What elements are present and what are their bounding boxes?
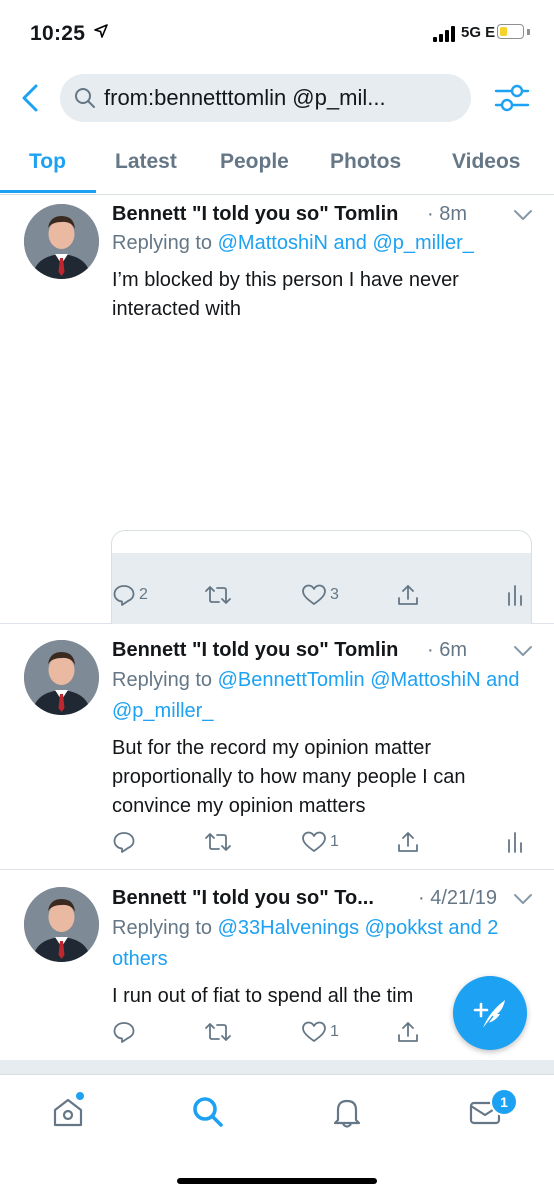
tweet-text: I run out of fiat to spend all the tim — [112, 985, 414, 1007]
reply-button[interactable] — [112, 1020, 139, 1044]
avatar[interactable] — [24, 640, 99, 715]
mention-link[interactable]: @p_miller_ — [372, 232, 473, 254]
active-tab-indicator — [0, 190, 96, 193]
reply-icon — [113, 1022, 135, 1043]
tweet[interactable]: Bennett "I told you so" Tomlin · 8m Repl… — [0, 195, 554, 769]
reply-button[interactable] — [112, 830, 139, 854]
tab-photos[interactable]: Photos — [330, 150, 401, 174]
sliders-icon — [494, 84, 530, 112]
reply-count: 2 — [139, 586, 148, 603]
tweet-text: But for the record my opinion matter pro… — [112, 737, 466, 817]
replying-to: Replying to @MattoshiN and @p_miller_ — [112, 228, 532, 259]
tab-top[interactable]: Top — [29, 150, 66, 174]
replying-to: Replying to @33Halvenings @pokkst and 2 … — [112, 913, 532, 975]
status-time: 10:25 — [30, 22, 86, 45]
analytics-icon — [508, 832, 522, 853]
battery-tip — [527, 29, 530, 35]
heart-icon — [302, 584, 326, 605]
heart-icon — [302, 1021, 326, 1042]
avatar[interactable] — [24, 204, 99, 279]
chevron-down-icon[interactable] — [513, 893, 533, 905]
profile-photo — [24, 887, 99, 962]
avatar[interactable] — [24, 887, 99, 962]
tweet-text: I’m blocked by this person I have never … — [112, 269, 459, 320]
tweet-time: · 6m — [427, 639, 467, 661]
search-tabs: Top Latest People Photos Videos — [0, 136, 554, 195]
tweet-time: · 8m — [427, 203, 467, 225]
share-icon — [398, 1022, 418, 1042]
share-icon — [398, 832, 418, 852]
analytics-icon — [508, 585, 522, 606]
reply-icon — [113, 832, 135, 853]
author-name[interactable]: Bennett "I told you so" Tomlin — [112, 639, 398, 662]
like-button[interactable]: 1 — [301, 1020, 339, 1044]
mention-link[interactable]: @BennettTomlin @MattoshiN — [218, 669, 481, 691]
replying-to: Replying to @BennettTomlin @MattoshiN an… — [112, 665, 532, 727]
messages-badge: 1 — [490, 1088, 518, 1116]
chevron-down-icon[interactable] — [513, 645, 533, 657]
retweet-button[interactable] — [204, 583, 235, 607]
heart-icon — [302, 831, 326, 852]
search-icon[interactable] — [191, 1095, 225, 1129]
back-button[interactable] — [16, 80, 44, 116]
mention-joiner[interactable]: and — [481, 669, 519, 691]
compose-tweet-button[interactable] — [453, 976, 527, 1050]
search-icon — [75, 88, 95, 108]
replying-prefix: Replying to — [112, 917, 218, 939]
like-count: 3 — [330, 586, 339, 603]
search-filter-button[interactable] — [494, 80, 530, 116]
analytics-button[interactable] — [506, 830, 526, 854]
replying-prefix: Replying to — [112, 669, 218, 691]
network-type: 5G E — [461, 24, 496, 41]
chevron-left-icon — [22, 84, 38, 112]
search-query: from:bennetttomlin @p_mil... — [104, 85, 386, 110]
battery-icon — [497, 24, 524, 39]
retweet-button[interactable] — [204, 830, 235, 854]
like-count: 1 — [330, 1023, 339, 1040]
tweet-actions: 1 — [112, 830, 532, 860]
retweet-icon — [205, 586, 231, 604]
author-name[interactable]: Bennett "I told you so" To... — [112, 887, 374, 910]
home-unread-dot — [75, 1091, 85, 1101]
like-button[interactable]: 3 — [301, 583, 339, 607]
status-bar: 10:25 5G E — [0, 0, 554, 66]
profile-photo — [24, 204, 99, 279]
tab-videos[interactable]: Videos — [452, 150, 520, 174]
like-count: 1 — [330, 833, 339, 850]
share-icon — [398, 585, 418, 605]
timeline-end-divider — [0, 1060, 554, 1074]
author-name[interactable]: Bennett "I told you so" Tomlin — [112, 203, 398, 226]
share-button[interactable] — [396, 1020, 420, 1044]
share-button[interactable] — [396, 583, 420, 607]
tab-people[interactable]: People — [220, 150, 289, 174]
chevron-down-icon[interactable] — [513, 209, 533, 221]
analytics-button[interactable] — [506, 583, 526, 607]
tweet-actions: 2 3 — [112, 583, 532, 613]
notifications-icon[interactable] — [330, 1095, 364, 1129]
tweet[interactable]: Bennett "I told you so" Tomlin · 6m Repl… — [0, 624, 554, 870]
battery-level — [499, 26, 507, 36]
profile-photo — [24, 640, 99, 715]
like-button[interactable]: 1 — [301, 830, 339, 854]
retweet-button[interactable] — [204, 1020, 235, 1044]
replying-prefix: Replying to — [112, 232, 218, 254]
search-input[interactable]: from:bennetttomlin @p_mil... — [60, 74, 471, 122]
share-button[interactable] — [396, 830, 420, 854]
home-indicator — [177, 1178, 377, 1184]
tab-latest[interactable]: Latest — [115, 150, 177, 174]
retweet-icon — [205, 833, 231, 851]
reply-icon — [113, 585, 135, 606]
mention-link[interactable]: @p_miller_ — [112, 700, 213, 722]
retweet-icon — [205, 1023, 231, 1041]
mention-joiner[interactable]: and — [328, 232, 372, 254]
signal-icon — [433, 26, 455, 42]
compose-feather-icon — [473, 1000, 505, 1030]
reply-button[interactable]: 2 — [112, 583, 148, 607]
mention-link[interactable]: @MattoshiN — [218, 232, 328, 254]
location-arrow-icon — [94, 24, 108, 38]
tweet-time: · 4/21/19 — [418, 887, 497, 909]
